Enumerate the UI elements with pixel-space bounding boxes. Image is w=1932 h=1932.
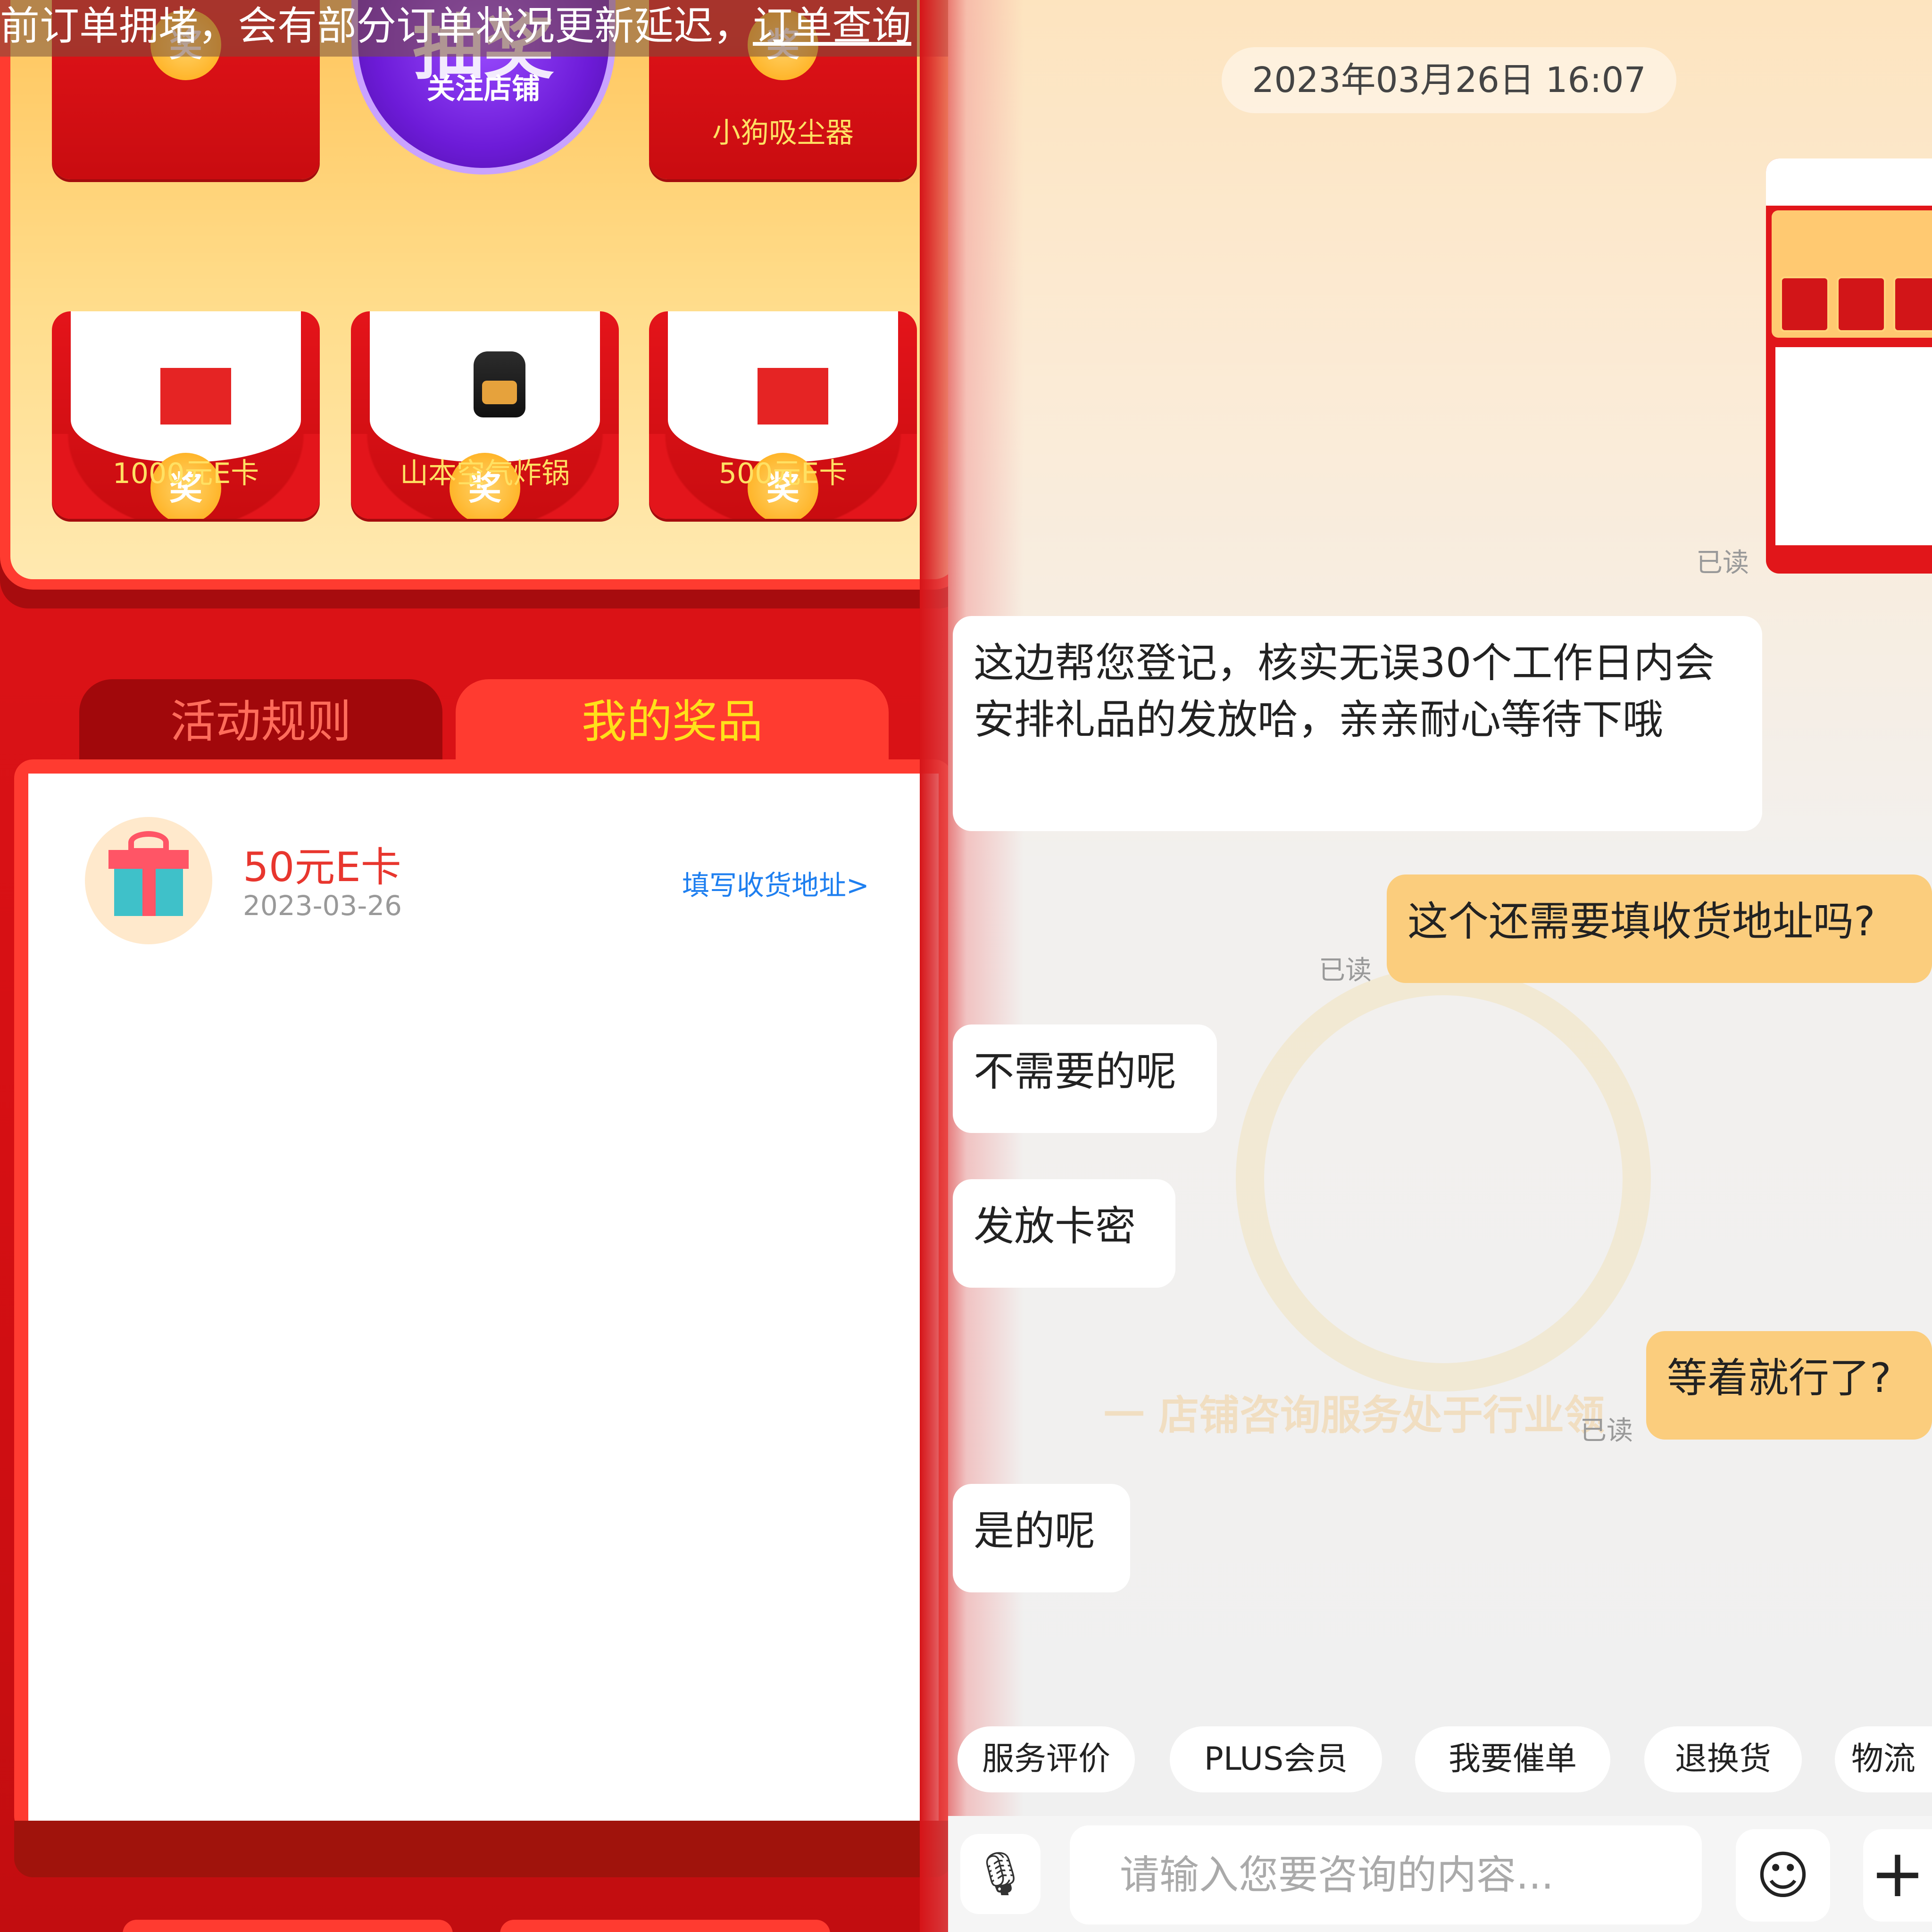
quick-reply-return-exchange[interactable]: 退换货 [1644,1726,1802,1792]
bottom-buttons [123,1920,830,1932]
prize-tile-air-fryer[interactable]: 奖 山本空气炸锅 [351,311,619,519]
prize-label: 1000元E卡 [112,457,259,490]
prize-label: 山本空气炸锅 [400,457,570,490]
air-fryer-image [474,351,525,417]
fill-address-link[interactable]: 填写收货地址> [682,863,869,903]
prize-name: 50元E卡 [243,844,401,891]
screenshot-thumbnail[interactable] [1766,158,1932,574]
tab-activity-rules[interactable]: 活动规则 [79,679,442,764]
user-message: 等着就行了? [1646,1331,1932,1440]
prize-label: 小狗吸尘器 [712,117,854,150]
quick-reply-urge-order[interactable]: 我要催单 [1415,1726,1610,1792]
read-receipt: 已读 [1696,548,1749,578]
agent-message: 是的呢 [953,1484,1130,1592]
user-message: 这个还需要填收货地址吗? [1387,874,1932,983]
gift-icon [85,817,212,944]
read-receipt: 已读 [1319,955,1372,986]
quick-reply-logistics[interactable]: 物流 [1835,1726,1932,1792]
service-watermark-icon [1236,967,1651,1391]
prize-date: 2023-03-26 [243,890,402,922]
agent-message: 不需要的呢 [953,1024,1217,1133]
read-receipt: 已读 [1580,1416,1633,1446]
lottery-page: 奖 抽奖 关注店铺 奖 小狗吸尘器 奖 1000元E卡 奖 山本空气炸锅 奖 5… [0,0,967,1932]
plus-icon[interactable]: + [1863,1829,1932,1922]
agent-message: 发放卡密 [953,1179,1175,1288]
watermark-text: 一 店铺咨询服务处于行业领 [1104,1392,1605,1439]
notice-text: 前订单拥堵，会有部分订单状况更新延迟， [0,3,753,49]
prize-tile-ecard-500[interactable]: 奖 500元E卡 [649,311,917,519]
prize-tile-ecard-1000[interactable]: 奖 1000元E卡 [52,311,320,519]
chat-timestamp: 2023年03月26日 16:07 [1222,47,1676,113]
quick-reply-plus-member[interactable]: PLUS会员 [1170,1726,1382,1792]
gift-card-image [758,368,828,425]
bottom-button-right[interactable] [500,1920,830,1932]
bottom-button-left[interactable] [123,1920,453,1932]
prize-label: 500元E卡 [718,457,848,490]
tab-my-prizes[interactable]: 我的奖品 [456,679,889,764]
agent-message: 这边帮您登记，核实无误30个工作日内会安排礼品的发放哈，亲亲耐心等待下哦 [953,616,1762,831]
order-delay-notice: 前订单拥堵，会有部分订单状况更新延迟，订单查询 [0,0,1014,57]
microphone-icon[interactable]: 🎙 [960,1834,1041,1914]
order-query-link[interactable]: 订单查询 [753,3,911,49]
chat-input[interactable]: 请输入您要咨询的内容... [1070,1825,1702,1924]
quick-reply-service-review[interactable]: 服务评价 [958,1726,1135,1792]
gift-card-image [160,368,231,425]
emoji-icon[interactable]: ☺ [1736,1829,1830,1922]
draw-button-subtitle: 关注店铺 [427,73,540,106]
